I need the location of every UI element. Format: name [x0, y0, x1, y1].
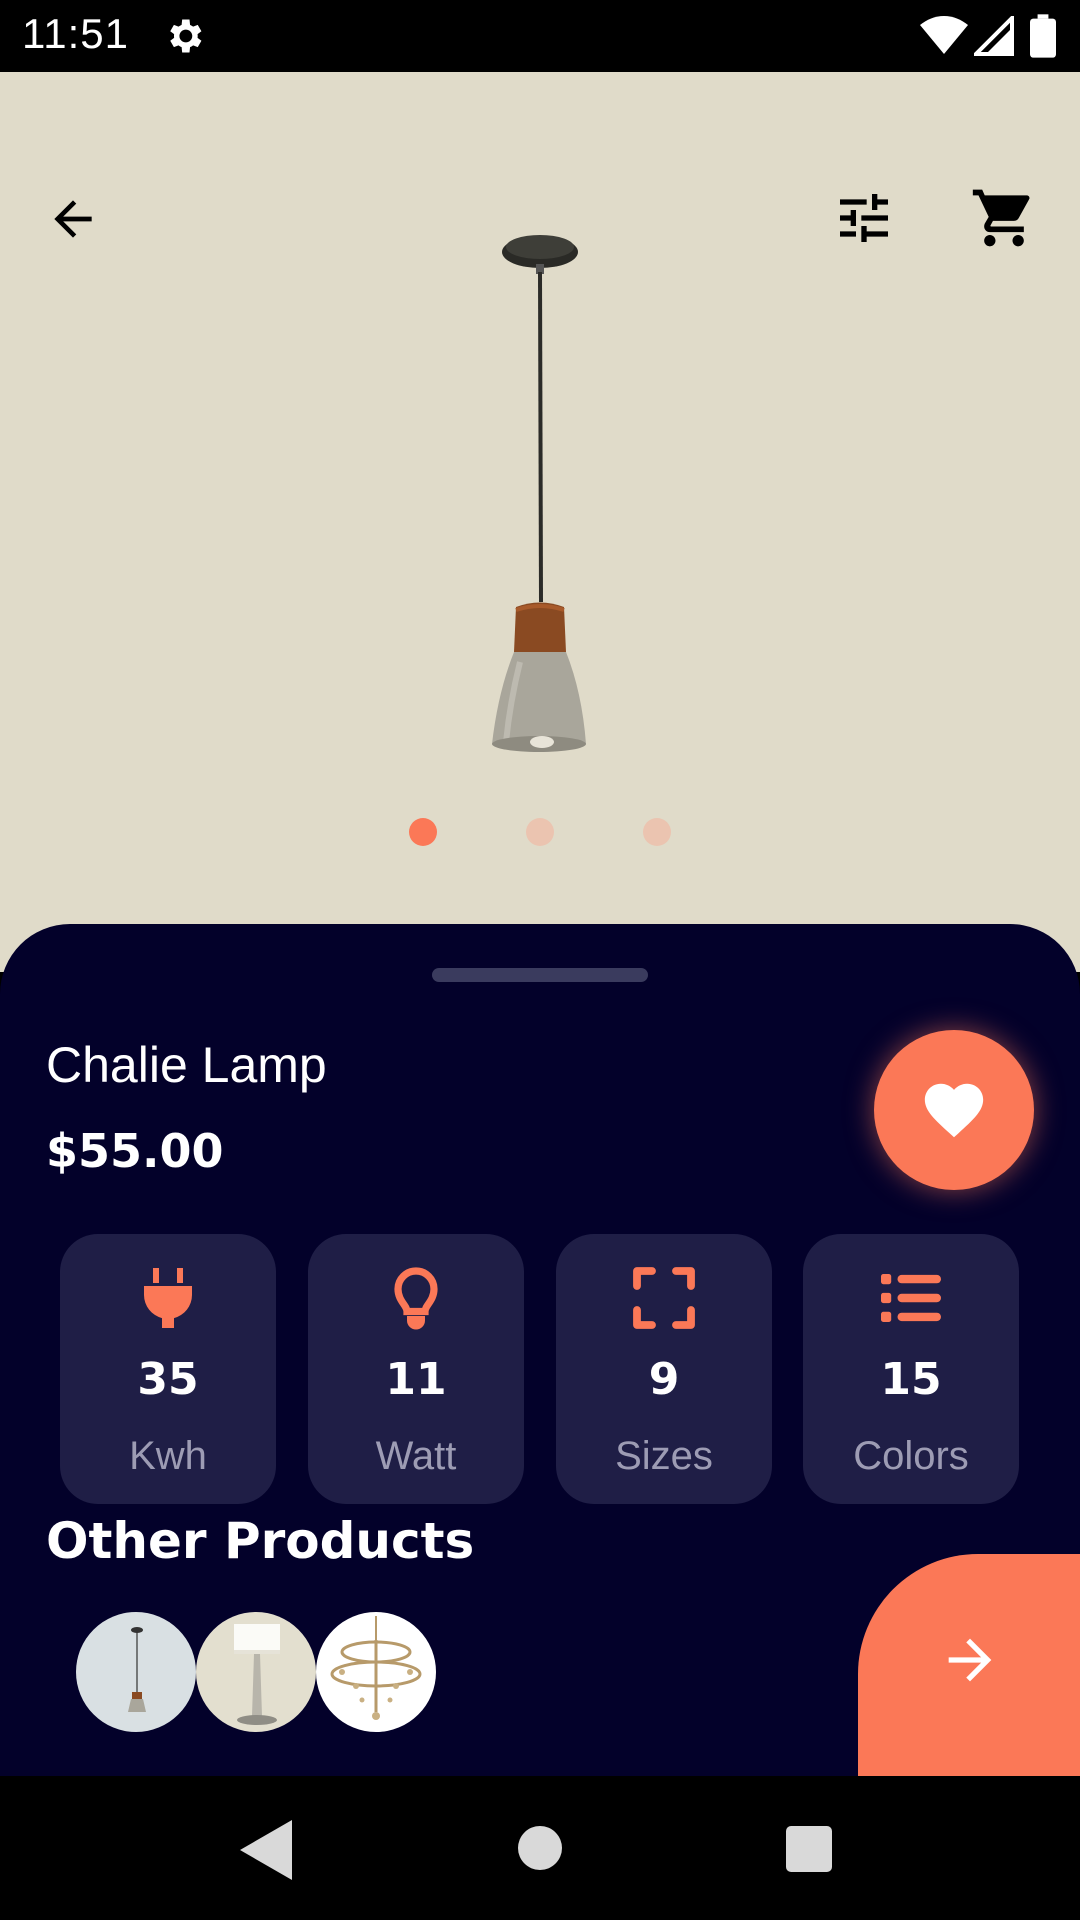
carousel-indicator — [0, 818, 1080, 848]
product-details-sheet: Chalie Lamp $55.00 35 Kwh 11 Watt 9 Size… — [0, 924, 1080, 1776]
spec-label: Watt — [375, 1434, 457, 1478]
heart-icon — [924, 1083, 984, 1138]
other-products-title: Other Products — [46, 1512, 475, 1570]
status-bar: 11:51 — [0, 0, 1080, 72]
pendant-lamp-image — [492, 235, 586, 752]
nav-home-icon[interactable] — [518, 1826, 562, 1870]
pendant-lamp-thumbnail-image — [128, 1627, 146, 1712]
battery-icon — [1030, 14, 1056, 58]
carousel-dot-active[interactable] — [409, 818, 437, 846]
back-button[interactable] — [36, 182, 110, 256]
spec-label: Kwh — [129, 1434, 207, 1478]
status-time: 11:51 — [22, 10, 129, 57]
list-icon — [881, 1274, 941, 1322]
filter-button[interactable] — [826, 180, 902, 256]
product-hero — [0, 72, 1080, 972]
plug-icon — [144, 1268, 192, 1328]
tune-filter-icon — [840, 194, 888, 242]
arrow-right-icon — [948, 1638, 992, 1682]
product-price: $55.00 — [46, 1124, 224, 1178]
spec-label: Colors — [853, 1434, 969, 1478]
carousel-dot[interactable] — [643, 818, 671, 846]
other-product-thumbnail[interactable] — [196, 1612, 316, 1732]
spec-label: Sizes — [615, 1434, 713, 1478]
spec-card-colors: 15 Colors — [803, 1234, 1019, 1504]
other-product-thumbnail[interactable] — [316, 1612, 436, 1732]
favorite-button[interactable] — [874, 1030, 1034, 1190]
other-product-thumbnail[interactable] — [76, 1612, 196, 1732]
wifi-icon — [920, 16, 968, 54]
carousel-dot[interactable] — [526, 818, 554, 846]
spec-card-watt: 11 Watt — [308, 1234, 524, 1504]
next-button[interactable] — [858, 1554, 1080, 1776]
gear-icon — [170, 19, 202, 53]
product-name: Chalie Lamp — [46, 1037, 327, 1093]
lightbulb-icon — [394, 1267, 438, 1330]
spec-value: 9 — [648, 1354, 680, 1405]
system-navigation-bar — [0, 1776, 1080, 1920]
nav-recents-icon[interactable] — [786, 1826, 832, 1872]
spec-card-kwh: 35 Kwh — [60, 1234, 276, 1504]
shopping-cart-icon — [972, 189, 1030, 247]
table-lamp-thumbnail-image — [234, 1624, 280, 1725]
spec-value: 35 — [137, 1354, 199, 1405]
cellular-signal-icon — [974, 16, 1014, 56]
nav-back-icon[interactable] — [240, 1820, 296, 1880]
fullscreen-frame-icon — [633, 1267, 695, 1329]
spec-card-sizes: 9 Sizes — [556, 1234, 772, 1504]
spec-value: 15 — [880, 1354, 942, 1405]
cart-button[interactable] — [966, 180, 1042, 256]
chandelier-thumbnail-image — [330, 1616, 422, 1720]
spec-value: 11 — [385, 1354, 447, 1405]
back-arrow-icon — [54, 200, 92, 238]
sheet-drag-handle[interactable] — [432, 968, 648, 982]
